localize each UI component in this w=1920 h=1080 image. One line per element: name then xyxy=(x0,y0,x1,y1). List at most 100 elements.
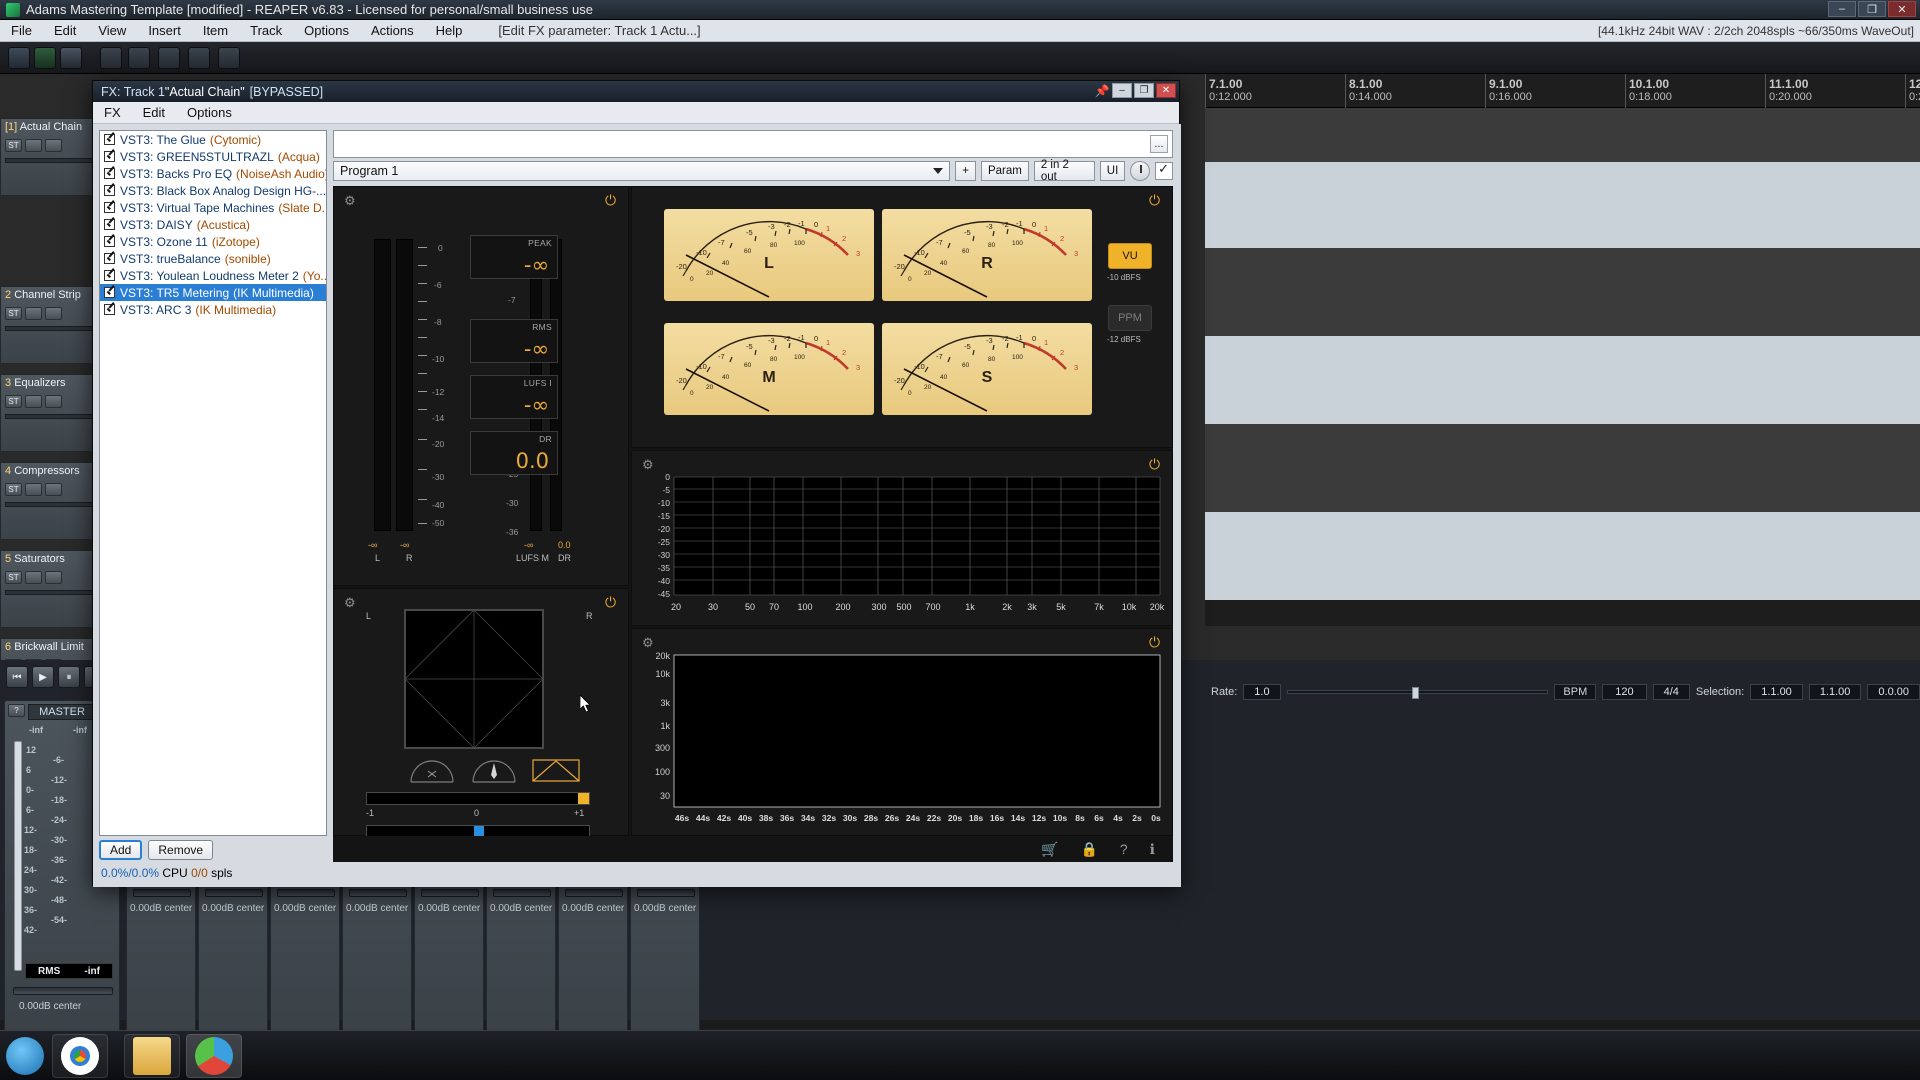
fx-enable-checkbox[interactable] xyxy=(104,287,115,298)
fx-list-item-selected[interactable]: VST3: TR5 Metering (IK Multimedia) xyxy=(100,284,326,301)
track-record-arm-4[interactable]: ST xyxy=(5,483,22,496)
fx-window-controls[interactable]: 📌 – ❐ ✕ xyxy=(1094,83,1176,98)
toolbar-icon-arch[interactable] xyxy=(188,47,210,69)
fx-list-item[interactable]: VST3: ARC 3 (IK Multimedia) xyxy=(100,301,326,318)
tr5-metering-plugin[interactable]: ⚙ ⏻ 0 -6 -8 -10 -12 -14 -20 -30 -40 -50 … xyxy=(333,186,1173,851)
fx-enable-checkbox[interactable] xyxy=(104,185,115,196)
toolbar-icon-envelope[interactable] xyxy=(128,47,150,69)
main-toolbar[interactable] xyxy=(0,42,1920,74)
vu-mode-button[interactable]: VU xyxy=(1108,243,1152,269)
channel-pan-slider[interactable] xyxy=(349,889,407,897)
transport-buttons[interactable]: ⏮ ▶ ⏸ ⏹ xyxy=(6,666,106,688)
fx-chain-window[interactable]: FX: Track 1 "Actual Chain" [BYPASSED] 📌 … xyxy=(92,80,1181,887)
spectrum-plot[interactable]: 0 -5 -10 -15 -20 -25 -30 -35 -40 -45 20 30 50 70… xyxy=(638,473,1166,621)
transport-pause-button[interactable]: ⏸ xyxy=(58,666,80,688)
fx-list-item[interactable]: VST3: Ozone 11 (iZotope) xyxy=(100,233,326,250)
fx-enable-checkbox[interactable] xyxy=(104,270,115,281)
fx-list-item[interactable]: VST3: Virtual Tape Machines (Slate D... xyxy=(100,199,326,216)
menu-insert[interactable]: Insert xyxy=(137,20,192,42)
cart-icon[interactable]: 🛒 xyxy=(1041,841,1058,858)
menu-track[interactable]: Track xyxy=(239,20,293,42)
pin-icon[interactable]: 📌 xyxy=(1094,83,1110,98)
fx-minimize-button[interactable]: – xyxy=(1112,83,1132,98)
rate-slider[interactable] xyxy=(1286,687,1549,699)
toolbar-icon-dome[interactable] xyxy=(218,47,240,69)
time-signature[interactable]: 4/4 xyxy=(1652,684,1690,700)
channel-pan-slider[interactable] xyxy=(565,889,623,897)
param-button[interactable]: Param xyxy=(980,161,1029,181)
add-preset-button[interactable]: + xyxy=(955,161,976,181)
power-icon[interactable]: ⏻ xyxy=(605,193,619,207)
track-record-arm-5[interactable]: ST xyxy=(5,571,22,584)
enable-checkbox[interactable] xyxy=(1155,161,1173,180)
power-icon[interactable]: ⏻ xyxy=(1149,457,1163,471)
track-lane[interactable] xyxy=(1205,336,1920,424)
window-controls[interactable]: – ❐ ✕ xyxy=(1828,1,1916,17)
track-lane[interactable] xyxy=(1205,424,1920,512)
gear-icon[interactable]: ⚙ xyxy=(344,194,357,207)
track-lane[interactable] xyxy=(1205,248,1920,336)
gonio-mode-triangle-button[interactable] xyxy=(532,757,580,783)
fx-list-item[interactable]: VST3: GREEN5STULTRAZL (Acqua) xyxy=(100,148,326,165)
reaper-taskbar-icon[interactable] xyxy=(195,1037,233,1075)
channel-pan-slider[interactable] xyxy=(637,889,695,897)
fx-menu-fx[interactable]: FX xyxy=(93,102,132,124)
gear-icon[interactable]: ⚙ xyxy=(642,458,655,471)
menu-help[interactable]: Help xyxy=(425,20,474,42)
transport-play-button[interactable]: ▶ xyxy=(32,666,54,688)
track-mute-3[interactable] xyxy=(25,395,42,408)
track-mute-5[interactable] xyxy=(25,571,42,584)
track-solo-3[interactable] xyxy=(45,395,62,408)
track-mute-4[interactable] xyxy=(25,483,42,496)
toolbar-icon-lightning[interactable] xyxy=(8,47,30,69)
fx-list-item[interactable]: VST3: Backs Pro EQ (NoiseAsh Audio) xyxy=(100,165,326,182)
fx-list-item[interactable]: VST3: trueBalance (sonible) xyxy=(100,250,326,267)
toolbar-icon-bars[interactable] xyxy=(158,47,180,69)
fx-enable-checkbox[interactable] xyxy=(104,134,115,145)
menu-view[interactable]: View xyxy=(87,20,137,42)
master-volume-fader[interactable] xyxy=(14,741,22,971)
tr5-footer-bar[interactable]: 🛒 🔒 ? ℹ xyxy=(333,836,1173,862)
track-lane[interactable] xyxy=(1205,162,1920,248)
track-record-arm-3[interactable]: ST xyxy=(5,395,22,408)
channel-pan-slider[interactable] xyxy=(205,889,263,897)
fx-enable-checkbox[interactable] xyxy=(104,253,115,264)
add-button[interactable]: Add xyxy=(99,840,143,860)
correlation-meter[interactable] xyxy=(366,792,590,805)
selection-length[interactable]: 0.0.00 xyxy=(1867,684,1920,700)
spectrogram-panel[interactable]: ⚙ ⏻ 20k 10k 3k 1k 300 100 30 46s 44s 42s 40s 38… xyxy=(631,628,1173,836)
fx-close-button[interactable]: ✕ xyxy=(1156,83,1176,98)
taskbar[interactable] xyxy=(0,1030,1920,1080)
vu-meter-panel[interactable]: ⏻ -20 -10 -7 -5 -3 -2 -1 0 1 2 3 0 20 40… xyxy=(631,186,1173,448)
preset-selector[interactable]: Program 1 xyxy=(333,161,951,181)
gonio-mode-dots-button[interactable] xyxy=(408,757,456,783)
io-button[interactable]: 2 in 2 out xyxy=(1033,159,1095,183)
fx-plugin-list[interactable]: VST3: The Glue (Cytomic) VST3: GREEN5STU… xyxy=(99,130,327,836)
fx-enable-checkbox[interactable] xyxy=(104,236,115,247)
fx-list-actions[interactable]: Add Remove xyxy=(99,840,214,860)
track-record-arm-1[interactable]: ST xyxy=(5,139,22,152)
ppm-mode-button[interactable]: PPM xyxy=(1108,305,1152,331)
fx-list-item[interactable]: VST3: The Glue (Cytomic) xyxy=(100,131,326,148)
minimize-button[interactable]: – xyxy=(1828,1,1856,17)
fx-enable-checkbox[interactable] xyxy=(104,151,115,162)
rate-value[interactable]: 1.0 xyxy=(1243,684,1281,700)
peak-rms-meter-panel[interactable]: ⚙ ⏻ 0 -6 -8 -10 -12 -14 -20 -30 -40 -50 … xyxy=(333,186,629,586)
fx-list-item[interactable]: VST3: Black Box Analog Design HG-... xyxy=(100,182,326,199)
gear-icon[interactable]: ⚙ xyxy=(344,596,357,609)
track-solo-1[interactable] xyxy=(45,139,62,152)
fx-menubar[interactable]: FX Edit Options xyxy=(93,102,1179,124)
gonio-mode-needle-button[interactable] xyxy=(470,757,518,783)
menu-file[interactable]: File xyxy=(0,20,43,42)
channel-pan-slider[interactable] xyxy=(133,889,191,897)
menu-edit[interactable]: Edit xyxy=(43,20,87,42)
menu-options[interactable]: Options xyxy=(293,20,360,42)
selection-end[interactable]: 1.1.00 xyxy=(1808,684,1862,700)
menu-item[interactable]: Item xyxy=(192,20,239,42)
spectrum-analyzer-panel[interactable]: ⚙ ⏻ 0 -5 -10 -15 -20 -25 -30 -35 -40 -45… xyxy=(631,450,1173,626)
ui-button[interactable]: UI xyxy=(1099,161,1126,181)
toolbar-icon-blue[interactable] xyxy=(60,47,82,69)
track-lane[interactable] xyxy=(1205,512,1920,600)
menubar[interactable]: File Edit View Insert Item Track Options… xyxy=(0,20,1920,42)
bypass-knob[interactable] xyxy=(1130,161,1151,181)
